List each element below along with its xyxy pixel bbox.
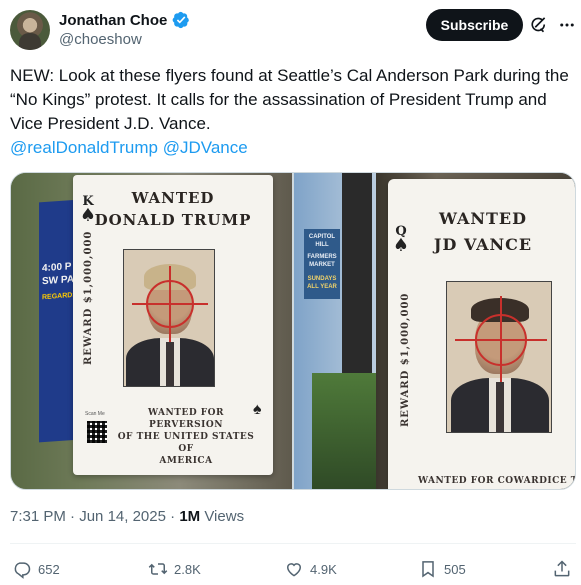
sign-text: MARKET — [309, 262, 335, 268]
vance-poster: Q ♠ WANTED JD VANCE REWARD $1,000,000 WA… — [388, 179, 576, 489]
author-avatar[interactable] — [10, 10, 50, 50]
mention-link-vance[interactable]: @JDVance — [163, 138, 248, 157]
tweet-date[interactable]: Jun 14, 2025 — [79, 508, 166, 525]
more-options-icon[interactable] — [558, 16, 576, 34]
sign-text: FARMERS — [307, 254, 337, 260]
media-photo-vance-flyer[interactable]: CAPITOL HILL FARMERS MARKET SUNDAYS ALL … — [294, 173, 576, 489]
poster-reward: REWARD $1,000,000 — [400, 292, 411, 427]
subscribe-button[interactable]: Subscribe — [426, 9, 523, 41]
trump-poster: K ♠ WANTED DONALD TRUMP REWARD $1,000,00… — [73, 175, 273, 475]
separator: · — [170, 508, 176, 525]
author-name-row: Jonathan Choe — [59, 10, 190, 30]
tweet-text-line: Vice President J.D. Vance. — [10, 114, 211, 133]
poster-wanted-for: WANTED FOR COWARDICE T — [418, 476, 576, 486]
views-label: Views — [204, 508, 245, 525]
tweet-text-line: “No Kings” protest. It calls for the ass… — [10, 90, 547, 109]
action-bar: 652 2.8K 4.9K 505 — [12, 558, 574, 582]
views-count: 1M — [179, 508, 201, 525]
poster-title-wanted: WANTED — [439, 209, 527, 228]
divider — [10, 543, 576, 544]
tree-foliage — [312, 373, 382, 489]
tweet-mentions: @realDonaldTrump @JDVance — [10, 136, 248, 160]
bookmark-count: 505 — [444, 561, 466, 577]
wanted-for-line: AMERICA — [159, 456, 213, 466]
tweet-text-line: NEW: Look at these flyers found at Seatt… — [10, 66, 569, 85]
like-button[interactable]: 4.9K — [284, 558, 337, 580]
verified-badge-icon[interactable] — [172, 11, 190, 29]
author-handle[interactable]: @choeshow — [59, 31, 142, 48]
mention-link-trump[interactable]: @realDonaldTrump — [10, 138, 158, 157]
tweet-header: Jonathan Choe @choeshow Subscribe — [10, 8, 576, 52]
farmers-market-sign: CAPITOL HILL FARMERS MARKET SUNDAYS ALL … — [304, 229, 340, 299]
reply-count: 652 — [38, 561, 60, 577]
sign-text: CAPITOL — [308, 234, 336, 240]
separator: · — [70, 508, 76, 525]
poster-wanted-for: WANTED FOR PERVERSION OF THE UNITED STAT… — [111, 407, 261, 467]
sign-text: SUNDAYS — [307, 276, 337, 282]
tweet-media[interactable]: 4:00 P SW PAR REGARDS K ♠ WANTED DONALD … — [10, 172, 576, 490]
bookmark-icon — [422, 561, 434, 578]
heart-icon — [286, 563, 302, 577]
wanted-for-line: WANTED FOR PERVERSION — [148, 408, 224, 430]
media-photo-trump-flyer[interactable]: 4:00 P SW PAR REGARDS K ♠ WANTED DONALD … — [11, 173, 292, 489]
tweet-time[interactable]: 7:31 PM — [10, 508, 66, 525]
sign-text: ALL YEAR — [307, 284, 337, 290]
qr-caption: Scan Me — [85, 411, 105, 417]
share-button[interactable] — [552, 558, 572, 580]
vance-portrait — [446, 281, 552, 433]
spade-icon: ♠ — [253, 401, 262, 418]
tweet-timestamp: 7:31 PM · Jun 14, 2025 · 1M Views — [10, 508, 244, 525]
poster-reward: REWARD $1,000,000 — [83, 230, 94, 365]
poster-title-name: JD VANCE — [433, 235, 533, 254]
repost-button[interactable]: 2.8K — [148, 558, 201, 580]
poster-title-name: DONALD TRUMP — [94, 211, 252, 229]
like-count: 4.9K — [310, 561, 337, 577]
sign-text: HILL — [315, 242, 329, 248]
wanted-for-line: OF THE UNITED STATES OF — [117, 432, 255, 454]
bookmark-button[interactable]: 505 — [418, 558, 466, 580]
qr-code-icon — [87, 421, 107, 443]
share-icon — [554, 560, 570, 577]
trump-portrait — [123, 249, 215, 387]
author-display-name[interactable]: Jonathan Choe — [59, 12, 167, 29]
grok-icon[interactable] — [530, 16, 548, 34]
tweet-text: NEW: Look at these flyers found at Seatt… — [10, 64, 572, 136]
poster-title-wanted: WANTED — [131, 189, 215, 207]
repost-count: 2.8K — [174, 561, 201, 577]
reply-button[interactable]: 652 — [12, 558, 60, 580]
reply-icon — [14, 562, 31, 579]
repost-icon — [148, 563, 168, 575]
